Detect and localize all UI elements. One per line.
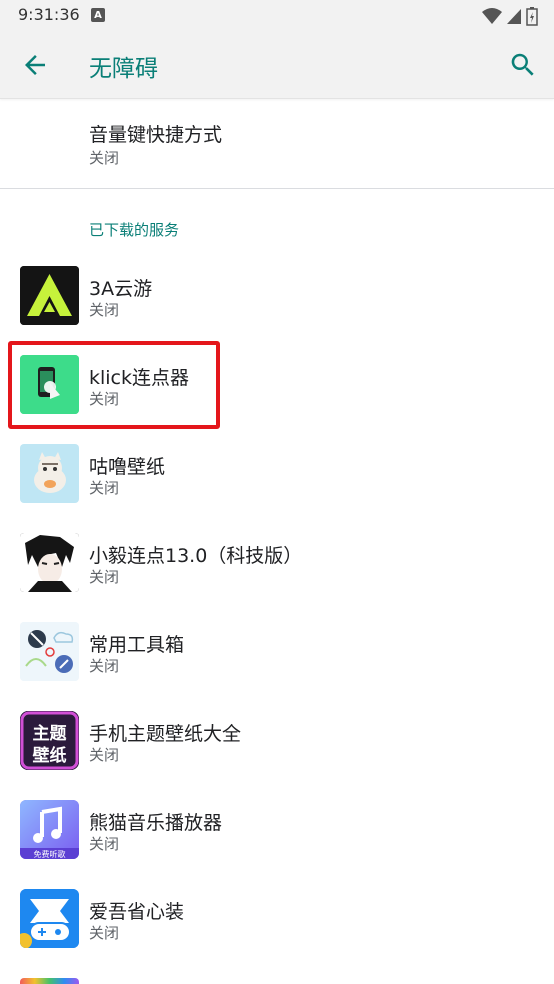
cat-wallpaper-icon [20, 444, 79, 503]
item-status: 关闭 [89, 479, 120, 497]
status-time: 9:31:36 [18, 5, 80, 24]
arrow-back-icon [25, 55, 45, 75]
list-item[interactable]: 小毅连点13.0（科技版） 关闭 [0, 533, 554, 622]
svg-text:主题: 主题 [33, 723, 68, 744]
list-item[interactable]: 常用工具箱 关闭 [0, 622, 554, 711]
svg-text:免费听歌: 免费听歌 [34, 849, 66, 859]
list-item[interactable]: 主题 壁纸 手机主题壁纸大全 关闭 [0, 711, 554, 800]
downloaded-services-header: 已下载的服务 [89, 221, 180, 239]
status-icons [482, 6, 538, 26]
item-title: 爱吾省心装 [89, 901, 185, 923]
next-app-icon-partial [20, 978, 79, 984]
item-status: 关闭 [89, 301, 120, 319]
battery-icon [526, 7, 538, 26]
volume-shortcut-row[interactable]: 音量键快捷方式 关闭 [0, 99, 554, 189]
highlight-annotation-box [8, 341, 220, 429]
item-status: 关闭 [89, 924, 120, 942]
item-title: 手机主题壁纸大全 [89, 723, 242, 745]
item-title: 咕噜壁纸 [89, 456, 166, 478]
item-title: 3A云游 [89, 278, 153, 300]
list-item[interactable]: 咕噜壁纸 关闭 [0, 444, 554, 533]
theme-wallpaper-icon: 主题 壁纸 [20, 711, 79, 770]
page-title: 无障碍 [89, 56, 158, 82]
aiwu-installer-icon [20, 889, 79, 948]
item-status: 关闭 [89, 657, 120, 675]
item-status: 关闭 [89, 835, 120, 853]
wifi-icon [482, 8, 502, 24]
search-button[interactable] [508, 50, 538, 80]
svg-text:壁纸: 壁纸 [33, 745, 67, 766]
item-title: 小毅连点13.0（科技版） [89, 545, 303, 567]
list-item[interactable]: 免费听歌 熊猫音乐播放器 关闭 [0, 800, 554, 889]
music-player-icon: 免费听歌 [20, 800, 79, 859]
back-button[interactable] [20, 50, 50, 80]
status-bar: 9:31:36 A [0, 0, 554, 30]
item-status: 关闭 [89, 568, 120, 586]
item-status: 关闭 [89, 746, 120, 764]
volume-shortcut-title: 音量键快捷方式 [89, 124, 223, 146]
signal-icon [507, 9, 521, 24]
3a-cloud-game-icon [20, 266, 79, 325]
list-item[interactable]: 爱吾省心装 关闭 [0, 889, 554, 978]
anime-avatar-icon [20, 533, 79, 592]
toolbox-icon [20, 622, 79, 681]
item-title: 熊猫音乐播放器 [89, 812, 223, 834]
item-title: 常用工具箱 [89, 634, 185, 656]
search-icon [511, 53, 534, 76]
app-bar: 无障碍 [0, 30, 554, 99]
volume-shortcut-status: 关闭 [89, 149, 120, 167]
notification-icon: A [91, 8, 105, 22]
